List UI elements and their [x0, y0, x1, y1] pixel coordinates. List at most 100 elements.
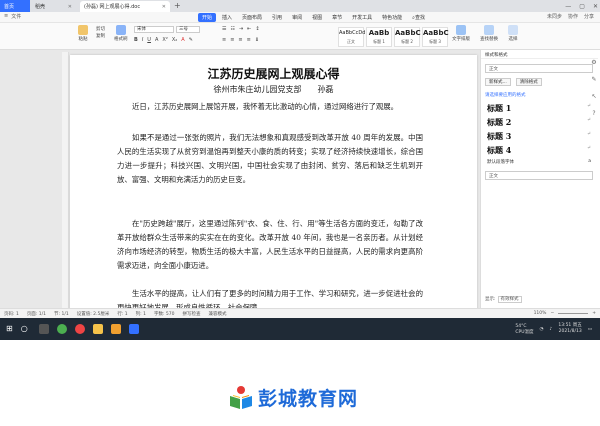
menu-view[interactable]: 视图	[308, 13, 326, 22]
style-item-default-font[interactable]: 默认段落字体 a	[487, 159, 591, 165]
close-icon[interactable]: ✕	[162, 4, 166, 10]
search-icon[interactable]: ○	[21, 324, 31, 334]
style-normal[interactable]: AaBbCcDd 正文	[338, 27, 365, 47]
zoom-in-icon[interactable]: +	[592, 311, 596, 316]
notification-icon[interactable]: ▭	[588, 327, 592, 332]
menu-chapter[interactable]: 章节	[328, 13, 346, 22]
zoom-slider[interactable]	[558, 313, 589, 314]
style-icon[interactable]: ✎	[591, 76, 596, 83]
weather-widget[interactable]: 54°C CPU温度	[515, 324, 533, 335]
tab-template[interactable]: 稻壳 ✕	[31, 1, 76, 12]
current-style-field[interactable]: 正文	[485, 64, 593, 73]
sync-status[interactable]: 未同步	[547, 13, 562, 20]
highlight-icon[interactable]: ✎	[189, 37, 193, 43]
tab-document-label: (孙磊) 网上观展心得.doc	[84, 4, 141, 10]
cut-button[interactable]: 剪切	[96, 26, 105, 32]
styles-pane-header: 样式和格式	[481, 50, 598, 59]
format-painter-button[interactable]: 格式刷	[114, 25, 128, 42]
file-menu[interactable]: ≡ 文件	[4, 13, 21, 20]
menu-review[interactable]: 审阅	[288, 13, 306, 22]
superscript-icon[interactable]: X²	[162, 37, 167, 43]
style-item-heading-3[interactable]: 标题 3 ↵	[487, 131, 591, 142]
settings-icon[interactable]: ⚙	[591, 59, 596, 66]
outdent-icon[interactable]: ⇤	[247, 26, 251, 32]
number-list-icon[interactable]: ☷	[230, 26, 234, 32]
volume-icon[interactable]: ♪	[549, 327, 552, 332]
line-spacing-icon[interactable]: ↨	[255, 37, 259, 43]
italic-icon[interactable]: I	[142, 37, 143, 43]
paste-button[interactable]: 粘贴	[78, 25, 88, 42]
align-right-icon[interactable]: ≡	[238, 37, 242, 43]
sort-icon[interactable]: ↕	[255, 26, 259, 32]
font-size-select[interactable]: 三号	[176, 26, 200, 33]
chrome-icon[interactable]	[74, 324, 85, 334]
help-icon[interactable]: ?	[592, 110, 595, 117]
text-layout-icon	[456, 25, 466, 35]
tab-home[interactable]: 首页	[0, 0, 30, 12]
tab-document[interactable]: (孙磊) 网上观展心得.doc ✕	[80, 1, 170, 12]
status-words[interactable]: 字数: 570	[154, 311, 175, 317]
copy-button[interactable]: 复制	[96, 33, 105, 39]
show-select[interactable]: 有效样式	[497, 296, 522, 303]
minimize-icon[interactable]: —	[565, 3, 571, 10]
text-tools-button[interactable]: 文字排版	[452, 25, 470, 42]
align-center-icon[interactable]: ≡	[230, 37, 234, 43]
clipboard-icon	[78, 25, 88, 35]
browser-icon[interactable]	[56, 324, 67, 334]
style-item-body[interactable]: 正文	[485, 171, 593, 180]
new-style-button[interactable]: 新样式...	[485, 78, 511, 86]
network-icon[interactable]: ◔	[540, 327, 544, 332]
menu-developer[interactable]: 开发工具	[348, 13, 376, 22]
status-spell[interactable]: 拼写检查	[183, 311, 201, 317]
style-item-label: 默认段落字体	[487, 160, 514, 165]
bold-icon[interactable]: B	[134, 37, 138, 43]
menu-page-layout[interactable]: 页面布局	[238, 13, 266, 22]
style-item-heading-1[interactable]: 标题 1 ↵	[487, 103, 591, 114]
style-heading-3[interactable]: AaBbC 标题 3	[422, 27, 449, 47]
menu-search[interactable]: ⌕查找	[408, 13, 429, 22]
zoom-control[interactable]: 110% − +	[534, 311, 596, 316]
font-name-select[interactable]: 宋体	[134, 26, 174, 33]
find-replace-button[interactable]: 查找替换	[480, 25, 498, 42]
style-heading-2[interactable]: AaBbC 标题 2	[394, 27, 421, 47]
wps-icon[interactable]	[128, 324, 139, 334]
document-author: 徐州市朱庄幼儿园党支部 孙磊	[213, 85, 334, 94]
vertical-ruler	[62, 52, 69, 318]
justify-icon[interactable]: ≡	[247, 37, 251, 43]
underline-icon[interactable]: U	[147, 37, 151, 43]
style-item-heading-4[interactable]: 标题 4 ↵	[487, 145, 591, 156]
clear-format-button[interactable]: 清除格式	[515, 78, 542, 86]
select-button[interactable]: 选择	[508, 25, 518, 42]
status-bar: 页码: 1 页面: 1/1 节: 1/1 设置值: 2.5厘米 行: 1 列: …	[0, 308, 600, 318]
close-icon[interactable]: ✕	[68, 4, 72, 10]
style-heading-1[interactable]: AaBb 标题 1	[366, 27, 392, 47]
maximize-icon[interactable]: ▢	[579, 3, 585, 10]
document-page[interactable]: 江苏历史展网上观展心得 徐州市朱庄幼儿园党支部 孙磊 近日，江苏历史展网上展馆开…	[70, 55, 477, 318]
style-item-heading-2[interactable]: 标题 2 ↵	[487, 117, 591, 128]
share-button[interactable]: 分享	[584, 13, 594, 20]
strikethrough-icon[interactable]: A	[155, 37, 158, 43]
bullet-list-icon[interactable]: ☰	[222, 26, 226, 32]
menu-features[interactable]: 特色功能	[378, 13, 406, 22]
indent-icon[interactable]: ⇥	[239, 26, 243, 32]
menu-insert[interactable]: 插入	[218, 13, 236, 22]
menu-home[interactable]: 开始	[198, 13, 217, 22]
align-left-icon[interactable]: ≡	[222, 37, 226, 43]
menu-search-label: 查找	[414, 15, 425, 21]
subscript-icon[interactable]: X₂	[172, 37, 177, 43]
new-tab-button[interactable]: +	[174, 1, 181, 10]
zoom-out-icon[interactable]: −	[550, 311, 554, 316]
file-menu-label: 文件	[11, 14, 22, 20]
style-item-label: 标题 2	[487, 117, 512, 127]
font-color-icon[interactable]: A	[181, 37, 184, 43]
find-icon	[484, 25, 494, 35]
menu-references[interactable]: 引用	[268, 13, 286, 22]
app-icon[interactable]	[110, 324, 121, 334]
collab-button[interactable]: 协作	[568, 13, 578, 20]
clock[interactable]: 13:51 周五 2021/8/13	[558, 323, 581, 335]
task-view-icon[interactable]	[38, 324, 49, 334]
close-window-icon[interactable]: ✕	[593, 3, 598, 10]
folder-icon[interactable]	[92, 324, 103, 334]
windows-start-icon[interactable]: ⊞	[6, 324, 13, 334]
select-icon[interactable]: ↖	[591, 93, 596, 100]
